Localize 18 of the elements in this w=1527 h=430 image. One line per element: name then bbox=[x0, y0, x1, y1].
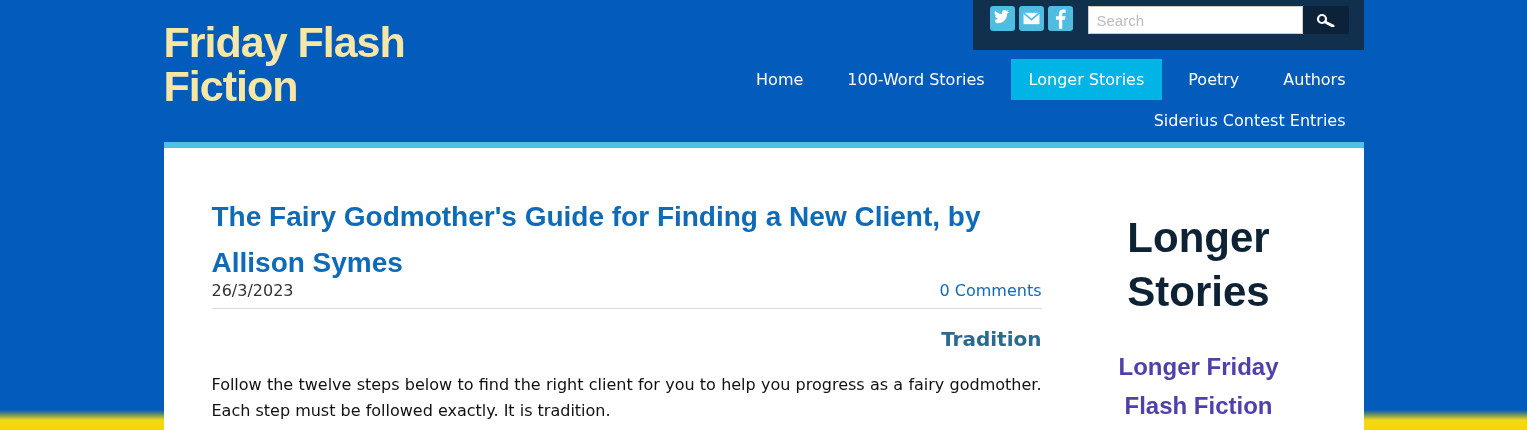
search-field[interactable]: Search bbox=[1087, 6, 1303, 34]
paragraph: Follow the twelve steps below to find the right client for you to help you progress as a fairy godmother. Each step must be followed exactly. It is tradition. bbox=[211, 374, 1042, 422]
nav-link[interactable]: Poetry bbox=[1170, 59, 1258, 100]
search-icon bbox=[1315, 13, 1336, 27]
post-date: 26/3/2023 bbox=[211, 280, 294, 302]
nav-link[interactable]: 100-Word Stories bbox=[829, 59, 1003, 100]
nav-link[interactable]: Siderius Contest Entries bbox=[1135, 100, 1364, 141]
comments-link[interactable]: 0 Comments bbox=[939, 280, 1042, 302]
section-heading: Tradition bbox=[940, 326, 1042, 352]
sidebar-subheading: Longer Friday Flash Fiction bbox=[1117, 352, 1280, 421]
bird-icon[interactable] bbox=[989, 6, 1015, 31]
search-button[interactable] bbox=[1302, 6, 1349, 34]
nav-link[interactable]: Home bbox=[738, 59, 822, 100]
nav-link[interactable]: Authors bbox=[1265, 59, 1364, 100]
envelope-icon[interactable] bbox=[1018, 6, 1044, 31]
letter-f-icon[interactable] bbox=[1047, 6, 1073, 31]
site-logo[interactable]: Friday Flash Fiction bbox=[163, 20, 424, 108]
sidebar-heading: Longer Stories bbox=[1126, 213, 1271, 317]
